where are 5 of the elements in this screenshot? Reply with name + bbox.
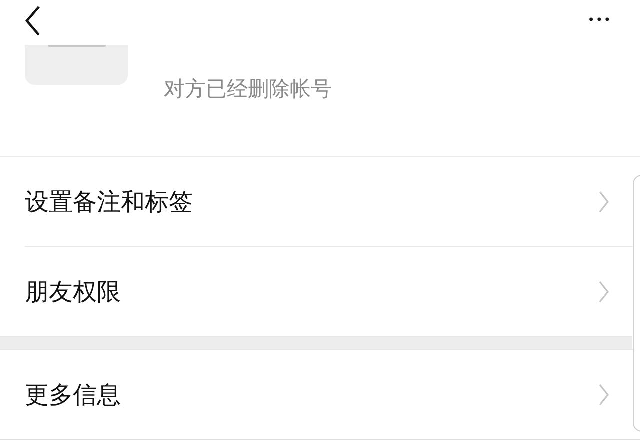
more-button[interactable]: ••• xyxy=(588,10,612,30)
chevron-icon xyxy=(598,280,610,302)
chevron-icon xyxy=(598,190,610,212)
account-status: 对方已经删除帐号 xyxy=(164,79,332,100)
chevron-icon xyxy=(598,384,610,406)
